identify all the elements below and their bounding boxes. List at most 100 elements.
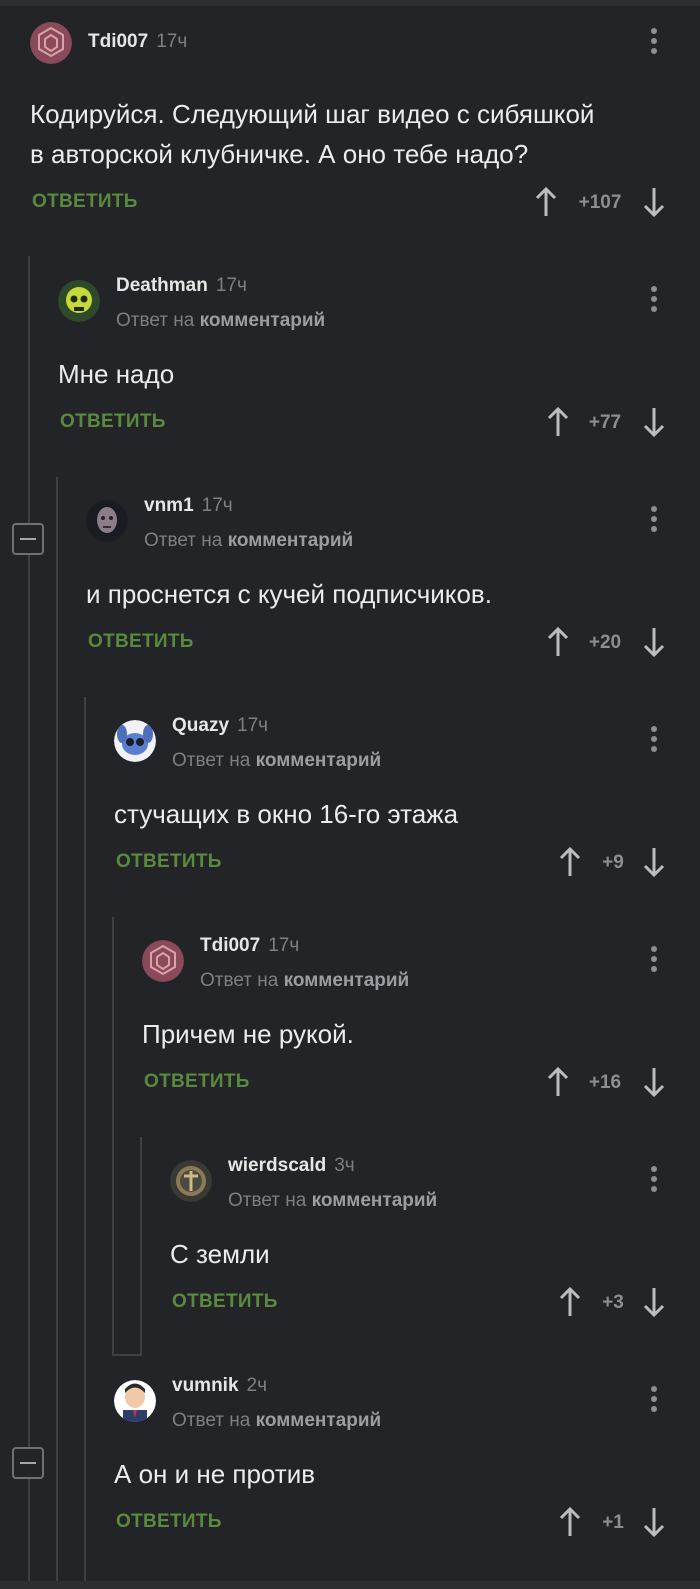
upvote-arrow-icon[interactable] — [558, 846, 582, 878]
thread-line — [112, 917, 114, 1354]
reply-to-link[interactable]: Ответ на комментарий — [200, 970, 409, 992]
reply-to-comment-link[interactable]: комментарий — [256, 750, 382, 771]
thread-line — [28, 256, 30, 1581]
reply-button[interactable]: ОТВЕТИТЬ — [172, 1291, 278, 1313]
cartoon-man-avatar[interactable] — [114, 1380, 156, 1422]
cross-emblem-avatar[interactable] — [170, 1160, 212, 1202]
comment-time: 17ч — [201, 495, 233, 516]
reply-to-link[interactable]: Ответ на комментарий — [144, 530, 353, 552]
downvote-arrow-icon[interactable] — [642, 846, 666, 878]
author-name[interactable]: Tdi007 — [88, 31, 148, 52]
comment-text: А он и не против — [114, 1459, 316, 1489]
reply-to-link[interactable]: Ответ на комментарий — [172, 1410, 381, 1432]
comment-author[interactable]: Deathman 17ч — [116, 275, 247, 297]
comment: Tdi007 17ч Кодируйся. Следующий шаг видео… — [30, 22, 670, 222]
stitch-avatar[interactable] — [114, 720, 156, 762]
comment-score: +3 — [602, 1292, 624, 1313]
comment-time: 2ч — [246, 1375, 267, 1396]
more-options-icon[interactable] — [647, 28, 661, 58]
reply-to-prefix: Ответ на — [144, 530, 223, 551]
comment-text: стучащих в окно 16-го этажа — [114, 799, 459, 829]
comment-text: и проснется с кучей подписчиков. — [86, 579, 492, 609]
reply-to-link[interactable]: Ответ на комментарий — [172, 750, 381, 772]
reply-to-link[interactable]: Ответ на комментарий — [228, 1190, 437, 1212]
reply-button[interactable]: ОТВЕТИТЬ — [88, 631, 194, 653]
author-name[interactable]: Tdi007 — [200, 935, 260, 956]
hexagon-pattern-avatar[interactable] — [30, 22, 72, 64]
thread-line — [112, 1354, 142, 1356]
downvote-arrow-icon[interactable] — [642, 406, 666, 438]
author-name[interactable]: vumnik — [172, 1375, 239, 1396]
author-name[interactable]: vnm1 — [144, 495, 194, 516]
upvote-arrow-icon[interactable] — [546, 1066, 570, 1098]
reply-button[interactable]: ОТВЕТИТЬ — [116, 1511, 222, 1533]
reply-to-comment-link[interactable]: комментарий — [256, 1410, 382, 1431]
author-name[interactable]: wierdscald — [228, 1155, 326, 1176]
reply-to-comment-link[interactable]: комментарий — [200, 310, 326, 331]
top-bar — [0, 0, 700, 6]
comment-score: +20 — [588, 632, 622, 653]
comment: vnm1 17ч Ответ на комментарий и проснется… — [86, 495, 670, 670]
upvote-arrow-icon[interactable] — [546, 626, 570, 658]
green-skull-avatar[interactable] — [58, 280, 100, 322]
downvote-arrow-icon[interactable] — [642, 626, 666, 658]
comment: Quazy 17ч Ответ на комментарий стучащих в… — [114, 715, 670, 890]
downvote-arrow-icon[interactable] — [642, 1286, 666, 1318]
thread-line — [56, 477, 58, 1581]
upvote-arrow-icon[interactable] — [558, 1506, 582, 1538]
comment-author[interactable]: Tdi007 17ч — [200, 935, 299, 957]
bottom-bar — [0, 1581, 700, 1589]
comment-time: 17ч — [215, 275, 247, 296]
reply-to-prefix: Ответ на — [228, 1190, 307, 1211]
comment: vumnik 2ч Ответ на комментарий А он и не … — [114, 1375, 670, 1550]
comment-text-line2: в авторской клубничке. А оно тебе надо? — [30, 139, 529, 169]
more-options-icon[interactable] — [647, 1386, 661, 1416]
comment-text: Мне надо — [58, 359, 175, 389]
upvote-arrow-icon[interactable] — [534, 186, 558, 218]
more-options-icon[interactable] — [647, 1166, 661, 1196]
dark-face-avatar[interactable] — [86, 500, 128, 542]
comment-author[interactable]: Tdi007 17ч — [88, 31, 187, 53]
upvote-arrow-icon[interactable] — [558, 1286, 582, 1318]
upvote-arrow-icon[interactable] — [546, 406, 570, 438]
comment-author[interactable]: vnm1 17ч — [144, 495, 233, 517]
comment-text: Причем не рукой. — [142, 1019, 354, 1049]
downvote-arrow-icon[interactable] — [642, 1066, 666, 1098]
reply-button[interactable]: ОТВЕТИТЬ — [144, 1071, 250, 1093]
more-options-icon[interactable] — [647, 946, 661, 976]
more-options-icon[interactable] — [647, 286, 661, 316]
comment: wierdscald 3ч Ответ на комментарий С земл… — [170, 1155, 670, 1330]
reply-button[interactable]: ОТВЕТИТЬ — [32, 191, 138, 213]
comment-text: С земли — [170, 1239, 270, 1269]
comment-time: 17ч — [237, 715, 269, 736]
comment-author[interactable]: vumnik 2ч — [172, 1375, 267, 1397]
comment-author[interactable]: Quazy 17ч — [172, 715, 268, 737]
comment-score: +16 — [588, 1072, 622, 1093]
comment-author[interactable]: wierdscald 3ч — [228, 1155, 355, 1177]
reply-to-link[interactable]: Ответ на комментарий — [116, 310, 325, 332]
comment: Tdi007 17ч Ответ на комментарий Причем не… — [142, 935, 670, 1110]
collapse-thread-button[interactable] — [12, 523, 44, 555]
reply-to-comment-link[interactable]: комментарий — [284, 970, 410, 991]
reply-to-prefix: Ответ на — [172, 750, 251, 771]
hexagon-pattern-avatar[interactable] — [142, 940, 184, 982]
reply-to-comment-link[interactable]: комментарий — [228, 530, 354, 551]
author-name[interactable]: Deathman — [116, 275, 208, 296]
comment-score: +77 — [588, 412, 622, 433]
comment-time: 17ч — [156, 31, 188, 52]
reply-button[interactable]: ОТВЕТИТЬ — [60, 411, 166, 433]
collapse-thread-button[interactable] — [12, 1447, 44, 1479]
downvote-arrow-icon[interactable] — [642, 186, 666, 218]
comment-time: 3ч — [334, 1155, 355, 1176]
comment: Deathman 17ч Ответ на комментарий Мне над… — [58, 275, 670, 450]
reply-to-comment-link[interactable]: комментарий — [312, 1190, 438, 1211]
comment-score: +1 — [602, 1512, 624, 1533]
more-options-icon[interactable] — [647, 506, 661, 536]
author-name[interactable]: Quazy — [172, 715, 229, 736]
comment-score: +9 — [602, 852, 624, 873]
thread-line — [140, 1137, 142, 1354]
reply-to-prefix: Ответ на — [200, 970, 279, 991]
downvote-arrow-icon[interactable] — [642, 1506, 666, 1538]
reply-button[interactable]: ОТВЕТИТЬ — [116, 851, 222, 873]
more-options-icon[interactable] — [647, 726, 661, 756]
